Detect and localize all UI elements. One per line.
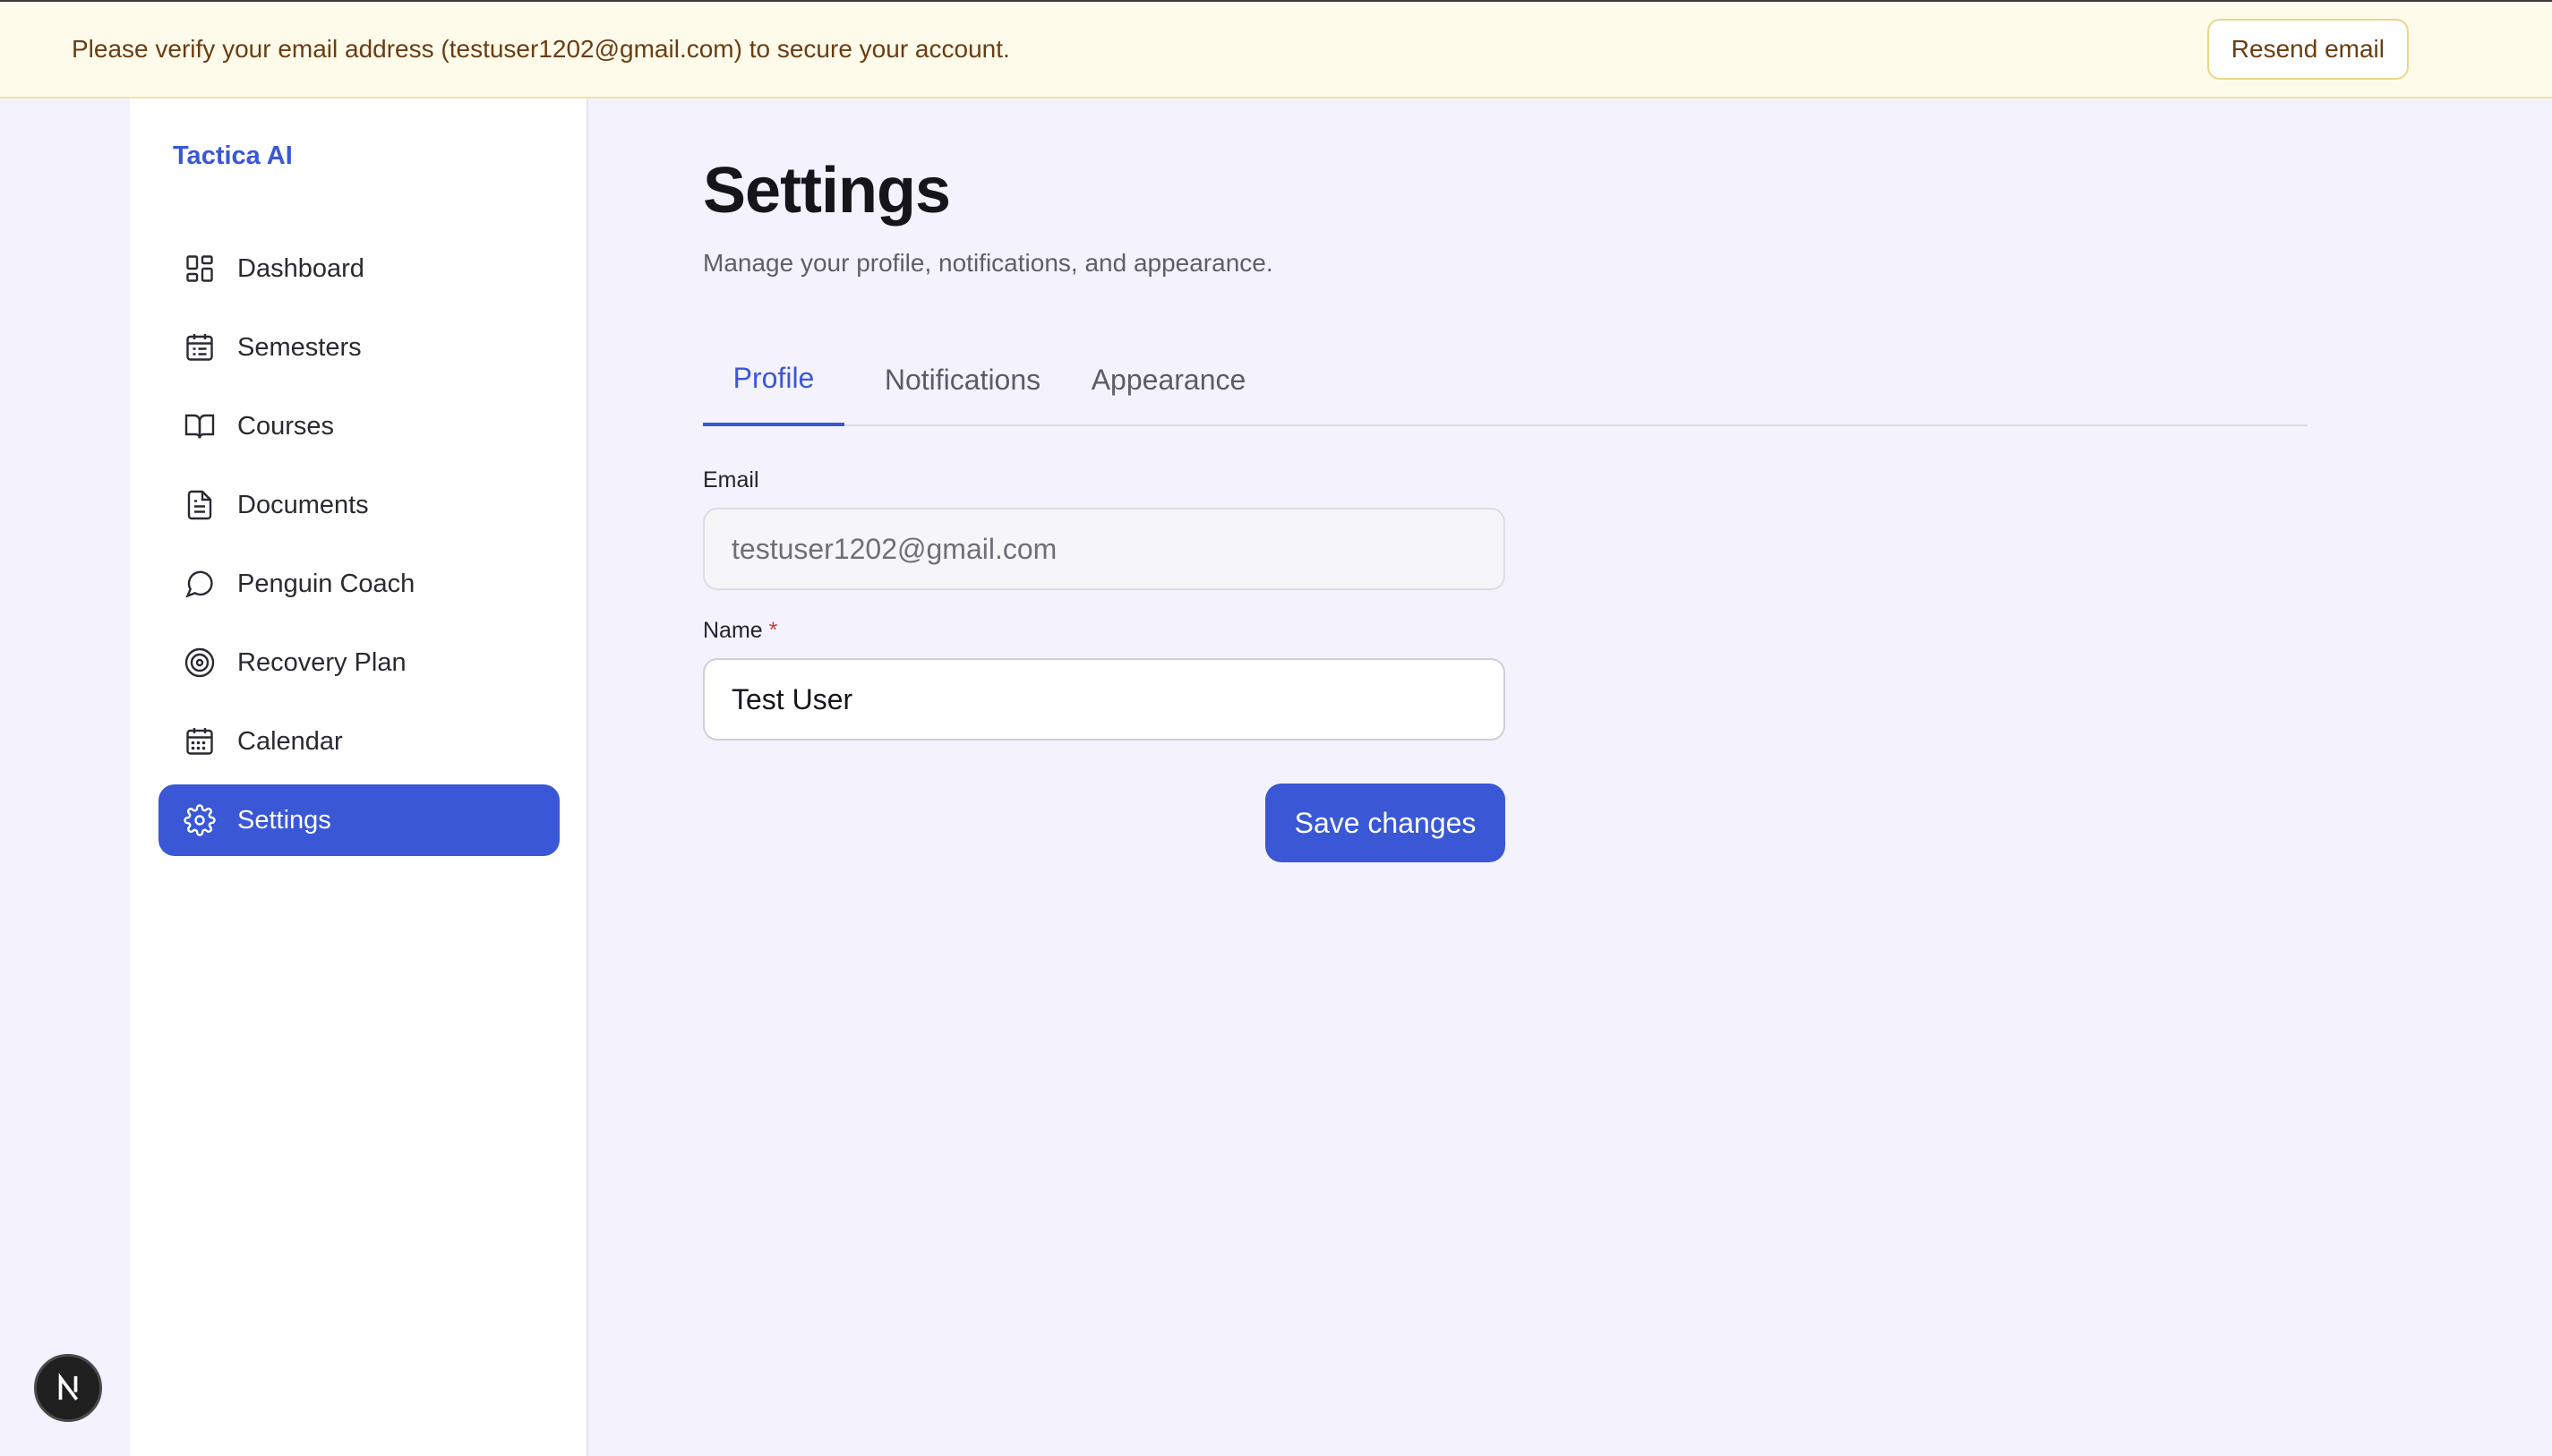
- resend-email-button[interactable]: Resend email: [2206, 19, 2409, 80]
- sidebar-item-label: Recovery Plan: [237, 647, 407, 677]
- calendar-icon: [184, 725, 216, 758]
- banner-message: Please verify your email address (testus…: [72, 35, 1010, 63]
- tab-bar: Profile Notifications Appearance: [703, 306, 2308, 426]
- dashboard-icon: [184, 253, 216, 285]
- sidebar-item-dashboard[interactable]: Dashboard: [158, 233, 560, 304]
- chat-bubble-icon: [184, 568, 216, 600]
- gear-icon: [184, 804, 216, 836]
- save-changes-button[interactable]: Save changes: [1265, 784, 1505, 862]
- sidebar: Tactica AI Dashboard Semesters Courses D…: [130, 98, 588, 1456]
- sidebar-item-recovery-plan[interactable]: Recovery Plan: [158, 627, 560, 698]
- sidebar-item-label: Calendar: [237, 726, 343, 756]
- sidebar-item-label: Penguin Coach: [237, 569, 415, 598]
- tab-appearance[interactable]: Appearance: [1079, 333, 1258, 426]
- tab-notifications[interactable]: Notifications: [873, 333, 1052, 426]
- n-logo-icon: [53, 1373, 83, 1403]
- sidebar-item-calendar[interactable]: Calendar: [158, 706, 560, 777]
- verify-email-banner: Please verify your email address (testus…: [0, 0, 2552, 98]
- settings-tabs: Profile Notifications Appearance: [703, 306, 2308, 523]
- sidebar-item-label: Courses: [237, 411, 334, 441]
- sidebar-item-settings[interactable]: Settings: [158, 784, 560, 856]
- name-label-text: Name: [703, 618, 763, 643]
- sidebar-item-label: Settings: [237, 805, 331, 835]
- sidebar-item-documents[interactable]: Documents: [158, 469, 560, 541]
- email-field[interactable]: [703, 508, 1505, 590]
- name-field[interactable]: [703, 658, 1505, 741]
- calendar-list-icon: [184, 331, 216, 364]
- sidebar-item-courses[interactable]: Courses: [158, 390, 560, 462]
- book-icon: [184, 410, 216, 442]
- required-mark: *: [768, 618, 778, 643]
- target-icon: [184, 647, 216, 679]
- document-icon: [184, 489, 216, 521]
- name-label: Name *: [703, 618, 777, 644]
- sidebar-item-label: Semesters: [237, 332, 362, 362]
- email-label: Email: [703, 467, 759, 492]
- sidebar-nav: Dashboard Semesters Courses Documents Pe…: [158, 233, 560, 863]
- sidebar-item-label: Documents: [237, 490, 369, 519]
- left-gutter: [0, 98, 130, 1456]
- next-dev-button[interactable]: [34, 1354, 102, 1422]
- tab-profile[interactable]: Profile: [703, 333, 844, 426]
- brand-logo[interactable]: Tactica AI: [173, 141, 293, 171]
- sidebar-item-semesters[interactable]: Semesters: [158, 312, 560, 383]
- page-title: Settings: [703, 155, 951, 227]
- page-subtitle: Manage your profile, notifications, and …: [703, 249, 1273, 277]
- sidebar-item-penguin-coach[interactable]: Penguin Coach: [158, 548, 560, 620]
- sidebar-item-label: Dashboard: [237, 253, 364, 283]
